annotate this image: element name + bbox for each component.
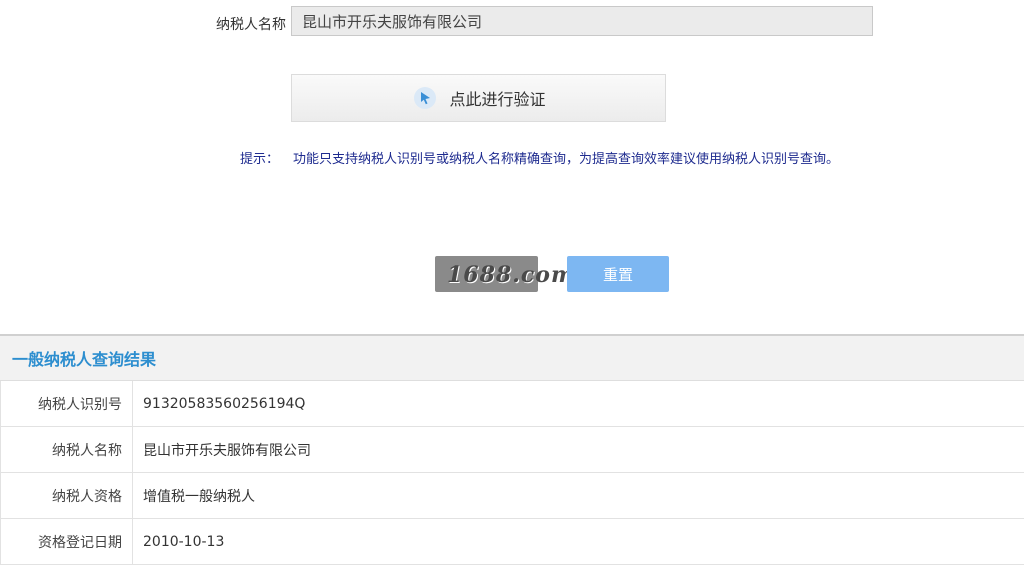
verify-button[interactable]: 点此进行验证 <box>291 74 666 122</box>
result-table: 纳税人识别号 91320583560256194Q 纳税人名称 昆山市开乐夫服饰… <box>0 381 1024 565</box>
table-row: 纳税人资格 增值税一般纳税人 <box>1 473 1024 519</box>
row-key: 纳税人名称 <box>1 427 133 473</box>
row-value: 91320583560256194Q <box>133 381 1024 427</box>
taxpayer-name-input[interactable] <box>291 6 873 36</box>
row-key: 纳税人资格 <box>1 473 133 519</box>
result-panel: 一般纳税人查询结果 纳税人识别号 91320583560256194Q 纳税人名… <box>0 334 1024 553</box>
tip-label: 提示： <box>240 152 279 167</box>
table-row: 纳税人名称 昆山市开乐夫服饰有限公司 <box>1 427 1024 473</box>
row-value: 2010-10-13 <box>133 519 1024 565</box>
row-value: 昆山市开乐夫服饰有限公司 <box>133 427 1024 473</box>
tip-message: 提示： 功能只支持纳税人识别号或纳税人名称精确查询，为提高查询效率建议使用纳税人识… <box>240 148 839 167</box>
row-value: 增值税一般纳税人 <box>133 473 1024 519</box>
row-key: 纳税人识别号 <box>1 381 133 427</box>
row-key: 资格登记日期 <box>1 519 133 565</box>
result-title: 一般纳税人查询结果 <box>0 336 1024 381</box>
cursor-pointer-icon <box>411 84 439 112</box>
table-row: 纳税人识别号 91320583560256194Q <box>1 381 1024 427</box>
taxpayer-name-row: 纳税人名称 <box>0 6 1024 36</box>
taxpayer-name-label: 纳税人名称 <box>196 14 286 34</box>
reset-button[interactable]: 重置 <box>567 256 669 292</box>
table-row: 资格登记日期 2010-10-13 <box>1 519 1024 565</box>
tip-text: 功能只支持纳税人识别号或纳税人名称精确查询，为提高查询效率建议使用纳税人识别号查… <box>293 152 839 167</box>
watermark: 1688.com <box>447 262 575 288</box>
verify-button-label: 点此进行验证 <box>449 86 545 110</box>
